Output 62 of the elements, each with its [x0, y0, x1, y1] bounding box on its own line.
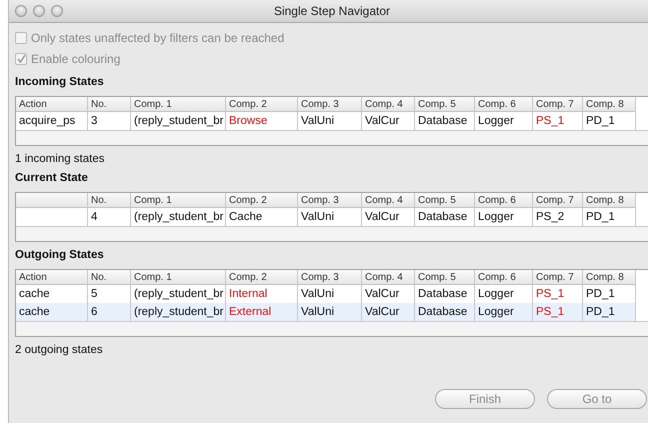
table-cell: ValUni [298, 303, 362, 321]
column-header[interactable]: Comp. 3 [298, 193, 362, 208]
table-cell: PD_1 [583, 303, 636, 321]
window-title: Single Step Navigator [272, 4, 392, 18]
column-header[interactable]: No. [88, 97, 131, 112]
column-header[interactable]: Comp. 4 [362, 270, 415, 285]
table-cell: ValUni [298, 208, 362, 226]
table-cell: 3 [88, 112, 131, 130]
table-cell: ValUni [298, 285, 362, 303]
column-header[interactable]: Comp. 5 [415, 97, 475, 112]
checkbox-label: Enable colouring [31, 52, 120, 66]
table-cell: cache [16, 303, 88, 321]
column-header[interactable]: Comp. 6 [475, 270, 533, 285]
table-cell: 6 [88, 303, 131, 321]
column-header[interactable]: Comp. 4 [362, 97, 415, 112]
table-cell: External [226, 303, 298, 321]
column-header[interactable]: Comp. 1 [131, 97, 226, 112]
table-cell: ValCur [362, 112, 415, 130]
window-control-icon[interactable] [33, 5, 45, 17]
column-header[interactable]: Comp. 8 [583, 97, 636, 112]
column-header[interactable]: Comp. 7 [533, 193, 583, 208]
column-header[interactable]: No. [88, 270, 131, 285]
column-header[interactable]: Comp. 8 [583, 193, 636, 208]
table-cell: (reply_student_br [131, 303, 226, 321]
column-header[interactable]: Comp. 2 [226, 193, 298, 208]
column-header[interactable]: Comp. 6 [475, 193, 533, 208]
column-header[interactable]: Comp. 7 [533, 270, 583, 285]
checkbox-label: Only states unaffected by filters can be reached [31, 30, 284, 44]
state-count: 2 outgoing states [15, 344, 104, 356]
table-cell: ValCur [362, 208, 415, 226]
column-header[interactable]: Comp. 4 [362, 193, 415, 208]
scroll-bar[interactable] [16, 226, 648, 241]
column-header[interactable]: Comp. 5 [415, 193, 475, 208]
column-header[interactable]: Comp. 6 [475, 97, 533, 112]
table-cell: ValCur [362, 285, 415, 303]
table-cell: Logger [475, 303, 533, 321]
column-header[interactable]: Comp. 7 [533, 97, 583, 112]
column-header[interactable]: Comp. 8 [583, 270, 636, 285]
state-count: 1 incoming states [15, 153, 106, 165]
table-cell: 4 [88, 208, 131, 226]
column-header[interactable]: Comp. 1 [131, 193, 226, 208]
column-header[interactable]: Comp. 3 [298, 97, 362, 112]
column-header[interactable]: Comp. 5 [415, 270, 475, 285]
window-control-icon[interactable] [15, 5, 27, 17]
section-heading: Current State [15, 172, 89, 186]
column-header[interactable]: Comp. 2 [226, 97, 298, 112]
table-cell: ValCur [362, 303, 415, 321]
section-heading: Outgoing States [15, 249, 105, 263]
scroll-bar[interactable] [16, 321, 648, 336]
table-cell: PS_1 [533, 303, 583, 321]
column-header[interactable] [16, 193, 88, 208]
column-header[interactable]: Comp. 3 [298, 270, 362, 285]
scroll-bar[interactable] [16, 130, 648, 145]
column-header[interactable]: Comp. 2 [226, 270, 298, 285]
table-cell: Database [415, 303, 475, 321]
table-cell: ValUni [298, 112, 362, 130]
column-header[interactable]: No. [88, 193, 131, 208]
section-heading: Incoming States [15, 76, 105, 90]
column-header[interactable]: Action [16, 97, 88, 112]
column-header[interactable]: Action [16, 270, 88, 285]
window-control-icon[interactable] [51, 5, 63, 17]
column-header[interactable]: Comp. 1 [131, 270, 226, 285]
